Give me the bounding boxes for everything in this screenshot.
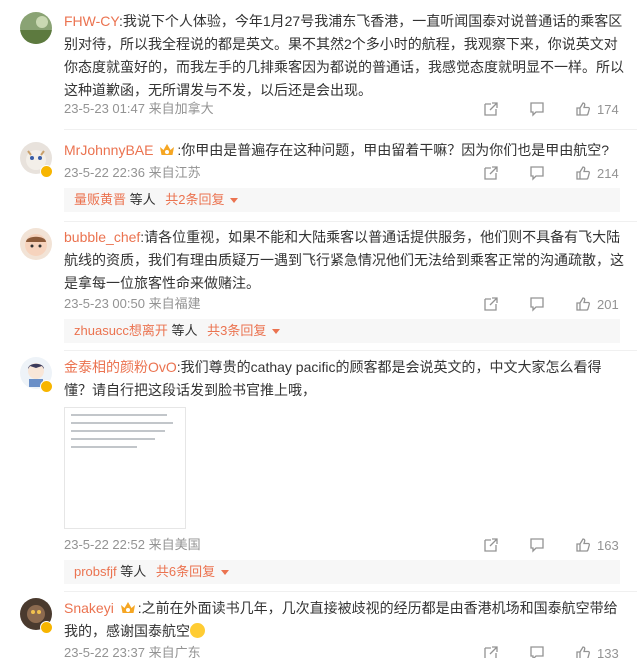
comment-icon[interactable] bbox=[529, 296, 545, 312]
comment-meta: 23-5-22 22:52 来自美国 bbox=[64, 537, 201, 553]
surprised-emoji-icon bbox=[190, 623, 205, 638]
like-count: 133 bbox=[597, 645, 619, 658]
like-icon[interactable] bbox=[575, 101, 591, 117]
avatar[interactable] bbox=[20, 12, 52, 44]
comment-body: :我说下个人体验，今年1月27号我浦东飞香港，一直听闻国泰对说普通话的乘客区别对… bbox=[64, 13, 624, 98]
comment-body: :请各位重视，如果不能和大陆乘客以普通话提供服务，他们则不具备有飞大陆航线的资质… bbox=[64, 229, 624, 291]
more-replies-link[interactable]: 共2条回复 bbox=[165, 192, 224, 207]
avatar[interactable] bbox=[20, 228, 52, 260]
more-replies-link[interactable]: 共3条回复 bbox=[207, 323, 266, 338]
reply-summary[interactable]: 量贩黄晋 等人 共2条回复 bbox=[64, 188, 620, 212]
comment-actions: 174 bbox=[453, 101, 621, 117]
username-link[interactable]: MrJohnnyBAE bbox=[64, 142, 153, 158]
verified-badge bbox=[40, 165, 53, 178]
timestamp: 23-5-22 22:36 bbox=[64, 165, 145, 180]
crown-icon bbox=[120, 599, 136, 613]
username-link[interactable]: Snakeyi bbox=[64, 600, 114, 616]
share-icon[interactable] bbox=[483, 101, 499, 117]
reply-summary[interactable]: probsfjf 等人 共6条回复 bbox=[64, 560, 620, 584]
chevron-down-icon bbox=[230, 198, 239, 203]
reply-username[interactable]: zhuasucc想离开 bbox=[74, 323, 168, 338]
like-count: 201 bbox=[597, 296, 619, 312]
comment-actions: 133 bbox=[453, 645, 621, 658]
reply-summary[interactable]: zhuasucc想离开 等人 共3条回复 bbox=[64, 319, 620, 343]
comment-icon[interactable] bbox=[529, 101, 545, 117]
reply-others-label: 等人 bbox=[167, 323, 202, 338]
like-count: 214 bbox=[597, 165, 619, 181]
location: 来自美国 bbox=[148, 537, 201, 552]
share-icon[interactable] bbox=[483, 645, 499, 658]
like-icon[interactable] bbox=[575, 537, 591, 553]
comment-text: MrJohnnyBAE :你甲由是普遍存在这种问题，甲由留着干嘛？因为你们也是甲… bbox=[64, 139, 624, 162]
reply-username[interactable]: probsfjf bbox=[74, 564, 117, 579]
like-icon[interactable] bbox=[575, 165, 591, 181]
attached-image[interactable] bbox=[64, 407, 186, 529]
comment-body: :之前在外面读书几年，几次直接被歧视的经历都是由香港机场和国泰航空带给我的，感谢… bbox=[64, 600, 618, 639]
like-count: 163 bbox=[597, 537, 619, 553]
comment-meta: 23-5-22 22:36 来自江苏 bbox=[64, 165, 201, 181]
timestamp: 23-5-22 22:52 bbox=[64, 537, 145, 552]
comment-meta: 23-5-23 00:50 来自福建 bbox=[64, 296, 201, 312]
comment-actions: 163 bbox=[453, 537, 621, 553]
comment-icon[interactable] bbox=[529, 537, 545, 553]
divider bbox=[64, 350, 637, 351]
image-text-line bbox=[71, 422, 173, 424]
timestamp: 23-5-23 01:47 bbox=[64, 101, 145, 116]
image-text-line bbox=[71, 414, 167, 416]
more-replies-link[interactable]: 共6条回复 bbox=[156, 564, 215, 579]
reply-others-label: 等人 bbox=[116, 564, 150, 579]
comment-icon[interactable] bbox=[529, 645, 545, 658]
like-icon[interactable] bbox=[575, 645, 591, 658]
comment-text: bubble_chef:请各位重视，如果不能和大陆乘客以普通话提供服务，他们则不… bbox=[64, 226, 624, 295]
location: 来自加拿大 bbox=[148, 101, 214, 116]
crown-icon bbox=[159, 141, 175, 155]
reply-others-label: 等人 bbox=[126, 192, 160, 207]
timestamp: 23-5-22 23:37 bbox=[64, 645, 145, 658]
divider bbox=[64, 129, 637, 130]
chevron-down-icon bbox=[272, 329, 281, 334]
location: 来自江苏 bbox=[148, 165, 201, 180]
location: 来自广东 bbox=[148, 645, 201, 658]
comment-text: Snakeyi :之前在外面读书几年，几次直接被歧视的经历都是由香港机场和国泰航… bbox=[64, 597, 624, 643]
verified-badge bbox=[40, 621, 53, 634]
image-text-line bbox=[71, 446, 137, 448]
share-icon[interactable] bbox=[483, 537, 499, 553]
divider bbox=[64, 221, 637, 222]
comment-actions: 214 bbox=[453, 165, 621, 181]
timestamp: 23-5-23 00:50 bbox=[64, 296, 145, 311]
reply-username[interactable]: 量贩黄晋 bbox=[74, 192, 126, 207]
chevron-down-icon bbox=[221, 570, 230, 575]
comment-text: 金泰相的颜粉OvO:我们尊贵的cathay pacific的顾客都是会说英文的，… bbox=[64, 356, 624, 402]
like-icon[interactable] bbox=[575, 296, 591, 312]
divider bbox=[64, 591, 637, 592]
image-text-line bbox=[71, 438, 155, 440]
share-icon[interactable] bbox=[483, 165, 499, 181]
comment-icon[interactable] bbox=[529, 165, 545, 181]
comment-text: FHW-CY:我说下个人体验，今年1月27号我浦东飞香港，一直听闻国泰对说普通话… bbox=[64, 10, 624, 102]
like-count: 174 bbox=[597, 101, 619, 117]
location: 来自福建 bbox=[148, 296, 201, 311]
comment-body: :你甲由是普遍存在这种问题，甲由留着干嘛？因为你们也是甲由航空? bbox=[177, 142, 610, 158]
comment-meta: 23-5-23 01:47 来自加拿大 bbox=[64, 101, 214, 117]
share-icon[interactable] bbox=[483, 296, 499, 312]
verified-badge bbox=[40, 380, 53, 393]
username-link[interactable]: bubble_chef bbox=[64, 229, 140, 245]
image-text-line bbox=[71, 430, 165, 432]
comment-actions: 201 bbox=[453, 296, 621, 312]
username-link[interactable]: FHW-CY bbox=[64, 13, 119, 29]
username-link[interactable]: 金泰相的颜粉OvO bbox=[64, 359, 177, 375]
comment-meta: 23-5-22 23:37 来自广东 bbox=[64, 645, 201, 658]
